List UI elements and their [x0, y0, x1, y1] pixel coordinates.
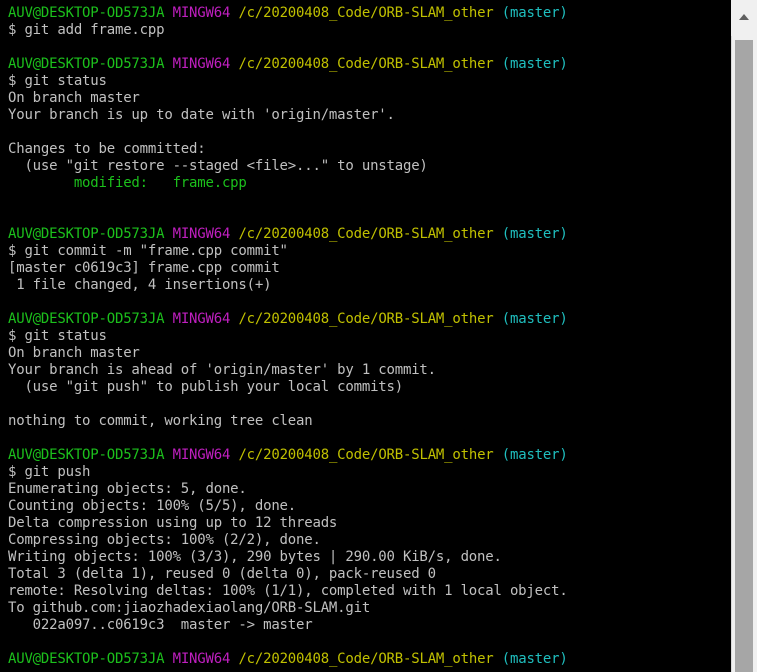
prompt-line: AUV@DESKTOP-OD573JA MINGW64 /c/20200408_… — [8, 5, 731, 22]
output-line: remote: Resolving deltas: 100% (1/1), co… — [8, 583, 568, 599]
command-line: $ git status — [8, 73, 107, 89]
output-line: (use "git restore --staged <file>..." to… — [8, 158, 428, 174]
prompt-user-host: AUV@DESKTOP-OD573JA — [8, 311, 165, 327]
prompt-path: /c/20200408_Code/ORB-SLAM_other — [238, 651, 494, 667]
modified-file-line: modified: frame.cpp — [8, 175, 247, 191]
output-line: nothing to commit, working tree clean — [8, 413, 313, 429]
scroll-up-button[interactable] — [731, 0, 757, 36]
prompt-path: /c/20200408_Code/ORB-SLAM_other — [238, 226, 494, 242]
output-line: Your branch is ahead of 'origin/master' … — [8, 362, 436, 378]
prompt-branch: (master) — [501, 447, 568, 463]
output-line: 022a097..c0619c3 master -> master — [8, 617, 313, 633]
command-line: $ git add frame.cpp — [8, 22, 165, 38]
prompt-line: AUV@DESKTOP-OD573JA MINGW64 /c/20200408_… — [8, 651, 731, 668]
prompt-system: MINGW64 — [172, 447, 231, 463]
prompt-system: MINGW64 — [172, 226, 231, 242]
prompt-line: AUV@DESKTOP-OD573JA MINGW64 /c/20200408_… — [8, 447, 731, 464]
scrollbar-divider — [731, 0, 732, 672]
command-line: $ git status — [8, 328, 107, 344]
output-line: To github.com:jiaozhadexiaolang/ORB-SLAM… — [8, 600, 371, 616]
output-line: On branch master — [8, 345, 140, 361]
prompt-branch: (master) — [501, 226, 568, 242]
prompt-line: AUV@DESKTOP-OD573JA MINGW64 /c/20200408_… — [8, 56, 731, 73]
vertical-scrollbar[interactable] — [731, 0, 757, 672]
prompt-line: AUV@DESKTOP-OD573JA MINGW64 /c/20200408_… — [8, 226, 731, 243]
output-line: Writing objects: 100% (3/3), 290 bytes |… — [8, 549, 502, 565]
prompt-system: MINGW64 — [172, 651, 231, 667]
prompt-path: /c/20200408_Code/ORB-SLAM_other — [238, 56, 494, 72]
prompt-line: AUV@DESKTOP-OD573JA MINGW64 /c/20200408_… — [8, 311, 731, 328]
output-line: Enumerating objects: 5, done. — [8, 481, 247, 497]
prompt-system: MINGW64 — [172, 5, 231, 21]
prompt-system: MINGW64 — [172, 56, 231, 72]
output-line: [master c0619c3] frame.cpp commit — [8, 260, 280, 276]
output-line: (use "git push" to publish your local co… — [8, 379, 403, 395]
prompt-branch: (master) — [501, 311, 568, 327]
output-line: Changes to be committed: — [8, 141, 206, 157]
output-line: Delta compression using up to 12 threads — [8, 515, 338, 531]
prompt-user-host: AUV@DESKTOP-OD573JA — [8, 651, 165, 667]
scrollbar-thumb[interactable] — [735, 40, 753, 672]
prompt-system: MINGW64 — [172, 311, 231, 327]
prompt-user-host: AUV@DESKTOP-OD573JA — [8, 447, 165, 463]
command-line: $ git commit -m "frame.cpp commit" — [8, 243, 288, 259]
prompt-path: /c/20200408_Code/ORB-SLAM_other — [238, 5, 494, 21]
prompt-path: /c/20200408_Code/ORB-SLAM_other — [238, 447, 494, 463]
output-line: Compressing objects: 100% (2/2), done. — [8, 532, 321, 548]
chevron-up-icon — [739, 14, 749, 20]
output-line: Total 3 (delta 1), reused 0 (delta 0), p… — [8, 566, 436, 582]
prompt-user-host: AUV@DESKTOP-OD573JA — [8, 56, 165, 72]
output-line: Your branch is up to date with 'origin/m… — [8, 107, 395, 123]
terminal-output: AUV@DESKTOP-OD573JA MINGW64 /c/20200408_… — [8, 5, 731, 668]
command-line: $ git push — [8, 464, 91, 480]
prompt-user-host: AUV@DESKTOP-OD573JA — [8, 5, 165, 21]
prompt-user-host: AUV@DESKTOP-OD573JA — [8, 226, 165, 242]
output-line: Counting objects: 100% (5/5), done. — [8, 498, 297, 514]
prompt-path: /c/20200408_Code/ORB-SLAM_other — [238, 311, 494, 327]
prompt-branch: (master) — [501, 651, 568, 667]
prompt-branch: (master) — [501, 5, 568, 21]
output-line: On branch master — [8, 90, 140, 106]
output-line: 1 file changed, 4 insertions(+) — [8, 277, 272, 293]
prompt-branch: (master) — [501, 56, 568, 72]
terminal-window[interactable]: AUV@DESKTOP-OD573JA MINGW64 /c/20200408_… — [0, 0, 731, 672]
